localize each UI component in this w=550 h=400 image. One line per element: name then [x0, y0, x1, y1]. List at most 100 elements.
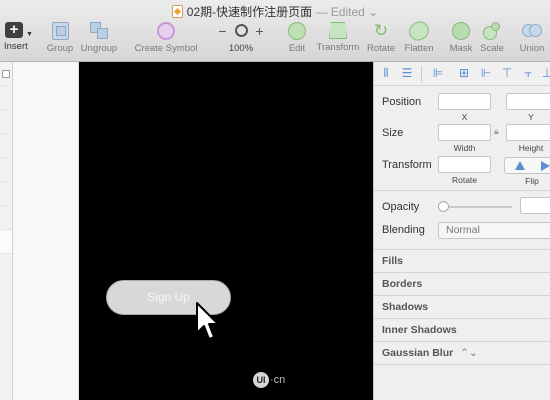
title-dropdown-icon[interactable]: ⌄ — [368, 5, 378, 19]
rotate-field[interactable] — [438, 156, 491, 173]
blending-label: Blending — [382, 224, 425, 236]
height-label: Height — [518, 143, 544, 153]
height-field[interactable] — [506, 124, 550, 141]
checkbox-icon[interactable] — [2, 70, 10, 78]
layer-row[interactable] — [0, 134, 12, 158]
align-middle-icon[interactable]: ⫟ — [522, 67, 534, 80]
layer-row[interactable] — [0, 206, 12, 230]
position-label: Position — [382, 96, 422, 108]
x-field[interactable] — [438, 93, 491, 110]
mask-icon — [452, 22, 470, 40]
layer-row[interactable] — [0, 182, 12, 206]
ungroup-label: Ungroup — [80, 43, 118, 54]
inner-shadows-section[interactable]: Inner Shadows — [374, 318, 550, 341]
width-field[interactable] — [438, 124, 491, 141]
scale-button[interactable]: Scale — [479, 22, 505, 54]
x-label: X — [461, 112, 468, 122]
ungroup-icon — [90, 22, 108, 40]
distribute-vertical-icon[interactable]: ☰ — [401, 67, 413, 80]
edit-button[interactable]: Edit — [286, 22, 308, 54]
mask-label: Mask — [449, 43, 473, 54]
layer-row[interactable] — [0, 110, 12, 134]
layer-row[interactable] — [0, 62, 12, 86]
layer-row-selected[interactable] — [0, 230, 12, 254]
sketch-document-icon — [171, 5, 183, 18]
scale-icon — [483, 22, 501, 40]
zoom-level: 100% — [228, 43, 254, 54]
flatten-label: Flatten — [404, 43, 434, 54]
flip-vertical-icon[interactable] — [541, 161, 550, 171]
symbol-icon — [157, 22, 175, 40]
flip-control — [504, 157, 550, 174]
blending-select[interactable]: Normal — [438, 222, 550, 239]
zoom-in-button[interactable]: + — [255, 23, 263, 39]
alignment-bar: ⫴ ☰ ⊫ ⊞ ⊩ ⊤ ⫟ ⊥ — [374, 62, 550, 86]
transform-icon — [329, 22, 347, 39]
document-name: 02期-快速制作注册页面 — [186, 5, 313, 19]
rotate-icon: ↻ — [373, 21, 389, 40]
gaussian-blur-label: Gaussian Blur — [382, 347, 454, 359]
align-bottom-icon[interactable]: ⊥ — [541, 67, 550, 80]
rotate-label: Rotate — [367, 43, 395, 54]
window-title: 02期-快速制作注册页面 — Edited ⌄ — [0, 3, 550, 20]
borders-section[interactable]: Borders — [374, 272, 550, 295]
inspector-panel: ⫴ ☰ ⊫ ⊞ ⊩ ⊤ ⫟ ⊥ Position X Y Size 🔒︎ Wid… — [373, 62, 550, 400]
gaussian-blur-section[interactable]: Gaussian Blur ⌃⌄ — [374, 341, 550, 364]
align-top-icon[interactable]: ⊤ — [501, 67, 513, 80]
width-label: Width — [453, 143, 476, 153]
canvas-margin[interactable] — [13, 62, 79, 400]
size-label: Size — [382, 127, 404, 139]
scale-label: Scale — [480, 43, 504, 54]
union-label: Union — [519, 43, 545, 54]
fills-section[interactable]: Fills — [374, 249, 550, 272]
flatten-icon — [405, 17, 433, 45]
align-center-icon[interactable]: ⊞ — [458, 67, 470, 80]
shadows-section[interactable]: Shadows — [374, 295, 550, 318]
lock-icon[interactable]: 🔒︎ — [494, 126, 499, 137]
magnifier-icon[interactable] — [234, 24, 248, 37]
y-label: Y — [528, 112, 534, 122]
watermark: UI ·cn — [253, 372, 285, 388]
uicn-logo: UI — [253, 372, 269, 388]
artboard-canvas[interactable]: Sign Up UI ·cn — [79, 62, 373, 400]
layer-row[interactable] — [0, 86, 12, 110]
opacity-label: Opacity — [382, 201, 420, 213]
flip-label: Flip — [525, 176, 539, 186]
watermark-text: ·cn — [270, 374, 286, 386]
distribute-horizontal-icon[interactable]: ⫴ — [380, 67, 392, 80]
window-toolbar: 02期-快速制作注册页面 — Edited ⌄ + ▼ Insert Group… — [0, 0, 550, 62]
align-right-icon[interactable]: ⊩ — [480, 67, 492, 80]
blur-type-toggle-icon[interactable]: ⌃⌄ — [460, 347, 478, 359]
insert-label: Insert — [4, 41, 28, 52]
rotate-label: Rotate — [451, 175, 478, 185]
ungroup-button[interactable]: Ungroup — [80, 22, 118, 54]
union-button[interactable]: Union — [518, 22, 546, 54]
union-icon — [522, 22, 542, 40]
create-symbol-button[interactable]: Create Symbol — [134, 22, 198, 54]
rotate-button[interactable]: ↻ Rotate — [366, 21, 396, 55]
edit-label: Edit — [288, 43, 306, 54]
layer-list[interactable] — [0, 62, 13, 400]
edit-icon — [288, 22, 306, 40]
transform-label: Transform — [382, 159, 432, 171]
mouse-pointer-icon — [196, 302, 219, 340]
group-label: Group — [46, 43, 74, 54]
opacity-slider-track[interactable] — [444, 206, 512, 208]
flatten-button[interactable]: Flatten — [402, 17, 436, 54]
create-symbol-label: Create Symbol — [134, 43, 198, 54]
plus-icon: + — [5, 22, 23, 38]
mask-button[interactable]: Mask — [448, 22, 474, 54]
insert-button[interactable]: + ▼ Insert — [2, 22, 33, 52]
layer-row[interactable] — [0, 158, 12, 182]
align-left-icon[interactable]: ⊫ — [432, 67, 444, 80]
transform-button[interactable]: Transform — [315, 22, 361, 53]
zoom-out-button[interactable]: − — [218, 23, 226, 39]
opacity-slider-knob[interactable] — [438, 201, 449, 212]
flip-horizontal-icon[interactable] — [515, 161, 525, 170]
y-field[interactable] — [506, 93, 550, 110]
transform-label: Transform — [316, 42, 360, 53]
group-button[interactable]: Group — [45, 22, 75, 54]
zoom-control: − + 100% — [215, 22, 267, 54]
chevron-down-icon: ▼ — [26, 31, 33, 38]
opacity-field[interactable] — [520, 197, 550, 214]
